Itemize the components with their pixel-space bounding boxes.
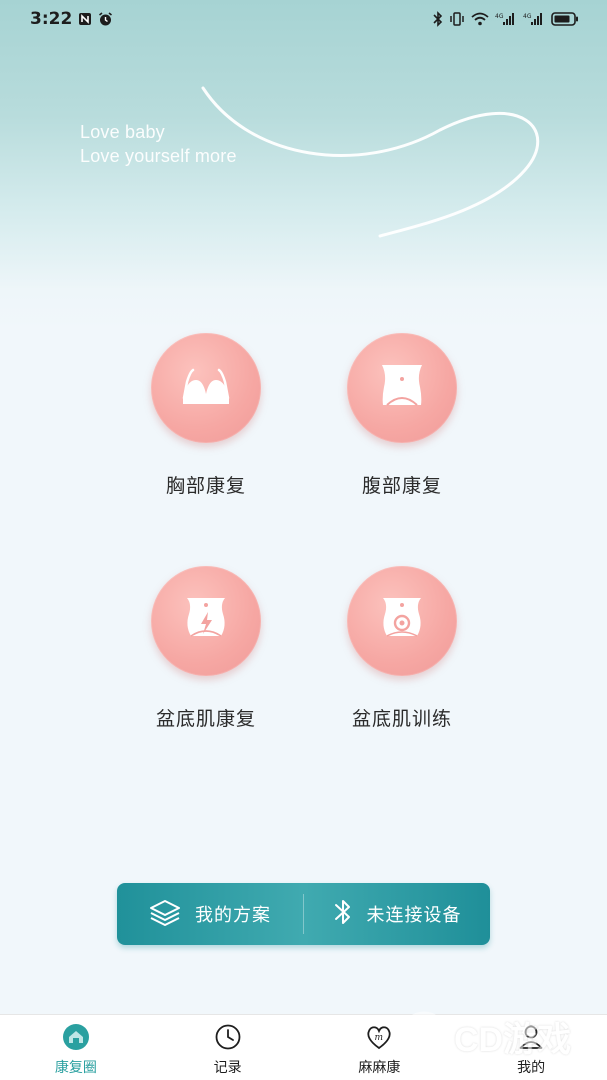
battery-icon [551,12,579,26]
feature-pelvic-rehab-circle[interactable] [151,566,261,676]
tab-rehab-circle[interactable]: 康复圈 [0,1015,152,1080]
my-plan-label: 我的方案 [195,905,271,926]
feature-chest-circle[interactable] [151,333,261,443]
feature-chest-label: 胸部康复 [165,475,246,497]
action-bar: 我的方案 未连接设备 [117,883,490,945]
svg-text:m: m [375,1033,384,1043]
tagline-line-1: Love baby [80,122,165,142]
feature-pelvic-rehab-label: 盆底肌康复 [155,708,256,730]
belly-icon [375,361,429,415]
tab-records-label: 记录 [213,1060,242,1076]
feature-pelvic-training-label: 盆底肌训练 [351,708,452,730]
feature-abdomen-label: 腹部康复 [361,475,442,497]
status-time: 3:22 [30,9,73,29]
tab-rehab-circle-label: 康复圈 [54,1060,97,1076]
nfc-icon [78,12,92,26]
feature-abdomen-circle[interactable] [347,333,457,443]
hero-tagline: Love baby Love yourself more [80,120,237,168]
bra-icon [179,364,233,412]
layers-icon [149,898,181,931]
my-plan-button[interactable]: 我的方案 [117,883,303,945]
bluetooth-device-icon [333,897,353,932]
site-watermark: CD游戏 [400,1000,600,1072]
heart-m-icon: m [365,1023,393,1055]
clock-icon [214,1023,242,1055]
pelvic-lightning-icon [179,594,233,648]
tagline-line-2: Love yourself more [80,146,237,166]
signal-4g-icon-2: 4G [523,12,545,26]
connect-device-label: 未连接设备 [366,905,462,926]
svg-text:4G: 4G [495,13,504,20]
bluetooth-icon [433,11,443,27]
pelvic-target-icon [375,594,429,648]
feature-pelvic-training[interactable]: 盆底肌训练 [302,566,502,731]
hero-banner: Love baby Love yourself more [0,0,607,330]
feature-chest-rehab[interactable]: 胸部康复 [106,333,306,498]
tab-mamakang-label: 麻麻康 [358,1060,401,1076]
status-bar: 3:22 4G 4G [0,0,607,38]
svg-text:4G: 4G [523,13,532,20]
watermark-text: CD游戏 [454,1020,572,1059]
feature-pelvic-rehab[interactable]: 盆底肌康复 [106,566,306,731]
watermark-logo-icon [400,1010,448,1062]
feature-pelvic-training-circle[interactable] [347,566,457,676]
signal-4g-icon: 4G [495,12,517,26]
home-circle-icon [62,1023,90,1055]
feature-abdomen-rehab[interactable]: 腹部康复 [302,333,502,498]
vibrate-icon [449,12,465,26]
connect-device-button[interactable]: 未连接设备 [304,883,490,945]
wifi-icon [471,12,489,26]
tab-records[interactable]: 记录 [152,1015,304,1080]
alarm-icon [98,11,113,27]
